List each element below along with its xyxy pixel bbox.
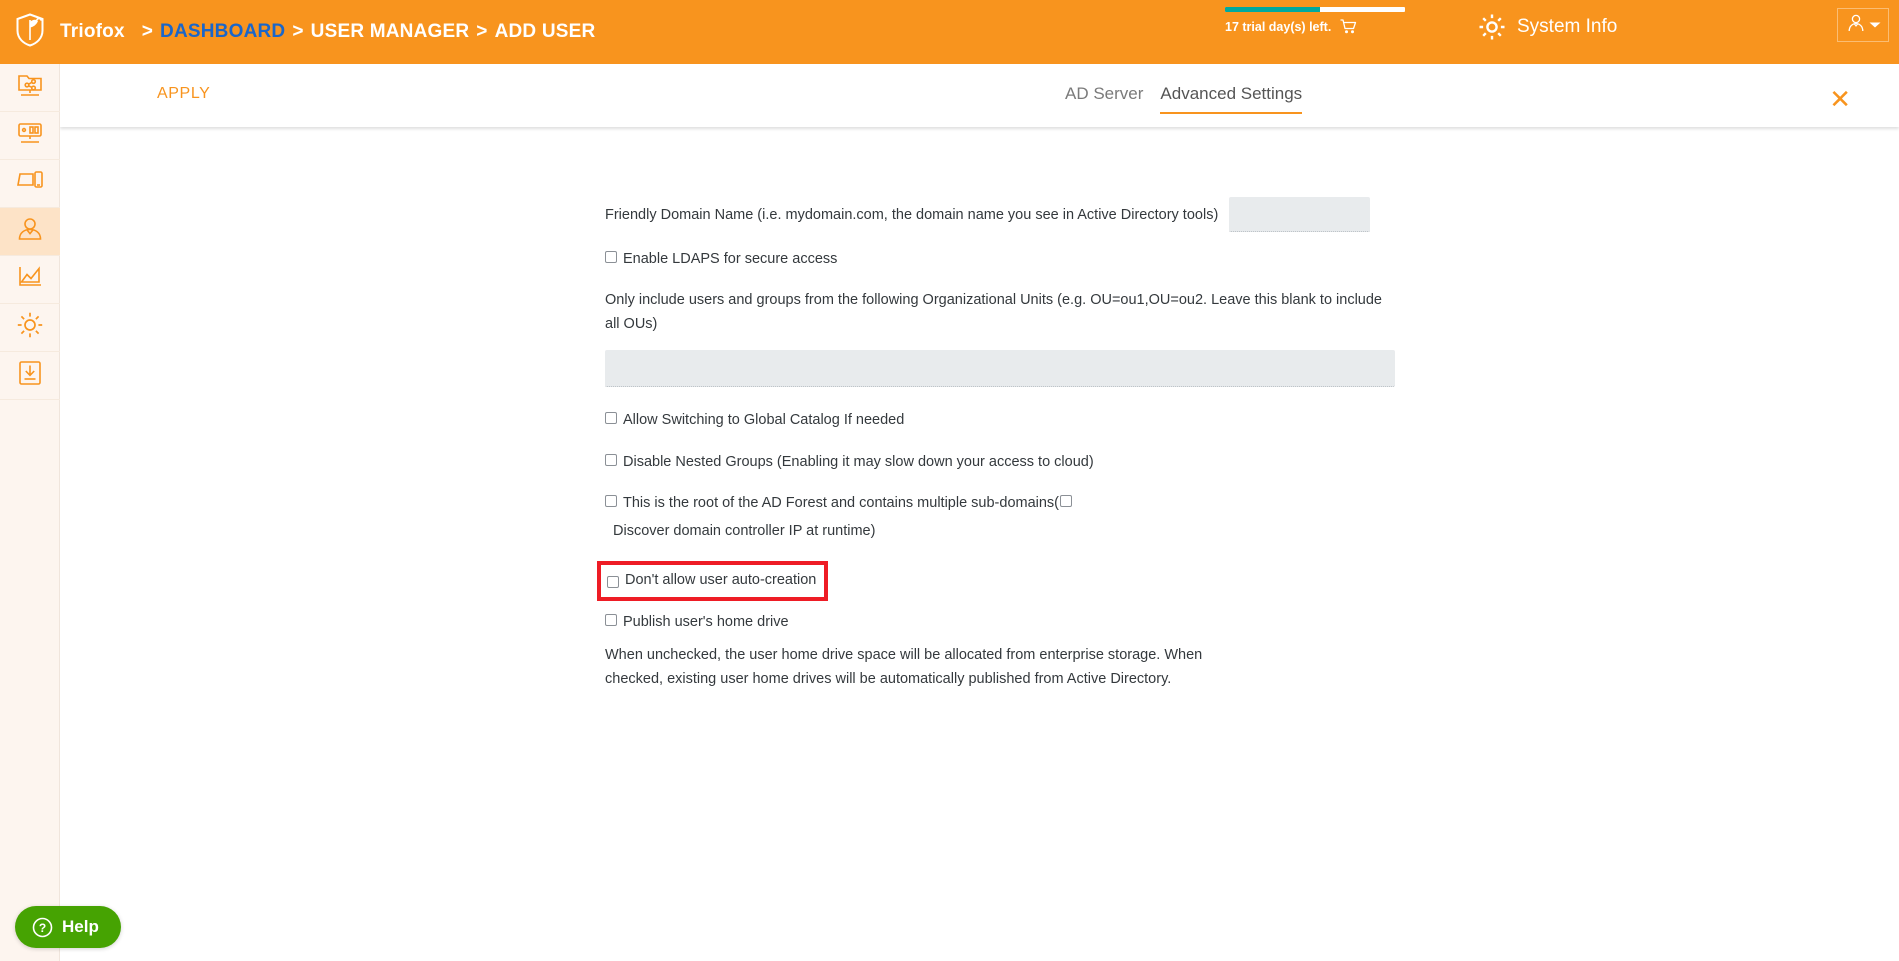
shield-logo-icon (15, 12, 45, 52)
sidebar-item-server[interactable] (0, 112, 60, 160)
trial-status: 17 trial day(s) left. (1225, 7, 1425, 34)
user-avatar-icon (1846, 13, 1866, 38)
sidebar-item-devices[interactable] (0, 160, 60, 208)
tab-ad-server[interactable]: AD Server (1065, 84, 1143, 112)
page-toolbar: APPLY AD Server Advanced Settings ✕ (60, 64, 1899, 127)
friendly-domain-input[interactable] (1229, 197, 1371, 232)
breadcrumb-separator-2: > (292, 21, 304, 42)
discover-dc-ip-row: Discover domain controller IP at runtime… (605, 520, 1395, 543)
top-header-bar: Triofox > DASHBOARD > USER MANAGER > ADD… (0, 0, 1899, 64)
no-auto-creation-checkbox[interactable] (607, 575, 619, 588)
chevron-down-icon (1869, 16, 1881, 34)
ad-forest-root-checkbox[interactable] (605, 495, 617, 508)
ou-input-row (605, 350, 1395, 388)
ad-forest-root-row: This is the root of the AD Forest and co… (605, 492, 1395, 515)
shopping-cart-icon[interactable] (1340, 19, 1357, 34)
devices-icon (16, 169, 44, 198)
publish-home-drive-label[interactable]: Publish user's home drive (623, 611, 789, 634)
ad-forest-root-label[interactable]: This is the root of the AD Forest and co… (623, 492, 1059, 515)
allow-global-catalog-label[interactable]: Allow Switching to Global Catalog If nee… (623, 409, 904, 432)
enable-ldaps-row: Enable LDAPS for secure access (605, 248, 1395, 271)
question-circle-icon: ? (32, 917, 53, 938)
breadcrumb-separator-1: > (141, 21, 154, 42)
sidebar-item-shared-folder[interactable] (0, 64, 60, 112)
disable-nested-groups-label[interactable]: Disable Nested Groups (Enabling it may s… (623, 451, 1094, 474)
trial-progress-bar (1225, 7, 1405, 12)
tab-bar: AD Server Advanced Settings (1065, 84, 1303, 114)
discover-dc-ip-label: Discover domain controller IP at runtime… (613, 522, 876, 539)
system-info-label: System Info (1517, 16, 1618, 37)
discover-dc-ip-checkbox[interactable] (1060, 495, 1073, 508)
breadcrumb-item-user-manager[interactable]: USER MANAGER (311, 21, 470, 43)
user-menu-button[interactable] (1837, 8, 1889, 42)
trial-text-row: 17 trial day(s) left. (1225, 19, 1425, 34)
trial-progress-fill (1225, 7, 1321, 12)
tab-advanced-settings[interactable]: Advanced Settings (1160, 84, 1303, 114)
help-button[interactable]: ? Help (15, 906, 121, 948)
breadcrumb: Triofox > DASHBOARD > USER MANAGER > ADD… (60, 21, 595, 43)
publish-home-drive-row: Publish user's home drive (605, 611, 1395, 634)
sidebar-item-reports[interactable] (0, 256, 60, 304)
ou-input[interactable] (605, 350, 1395, 388)
app-root: Triofox > DASHBOARD > USER MANAGER > ADD… (0, 0, 1899, 961)
brand-name: Triofox (60, 21, 125, 42)
advanced-settings-form: Friendly Domain Name (i.e. mydomain.com,… (597, 197, 1395, 691)
enable-ldaps-label[interactable]: Enable LDAPS for secure access (623, 248, 837, 271)
publish-home-drive-checkbox[interactable] (605, 613, 617, 626)
ou-helper-text: Only include users and groups from the f… (605, 292, 1382, 332)
home-drive-description: When unchecked, the user home drive spac… (605, 647, 1203, 687)
friendly-domain-label: Friendly Domain Name (i.e. mydomain.com,… (605, 206, 1219, 223)
chart-line-icon (16, 265, 44, 294)
breadcrumb-item-dashboard[interactable]: DASHBOARD (160, 21, 285, 43)
svg-text:?: ? (39, 921, 46, 935)
no-auto-creation-label[interactable]: Don't allow user auto-creation (625, 569, 816, 592)
disable-nested-groups-row: Disable Nested Groups (Enabling it may s… (605, 451, 1395, 474)
friendly-domain-row: Friendly Domain Name (i.e. mydomain.com,… (605, 197, 1395, 232)
allow-global-catalog-checkbox[interactable] (605, 412, 617, 425)
main-content: Friendly Domain Name (i.e. mydomain.com,… (60, 127, 1899, 961)
left-sidebar (0, 64, 60, 961)
sidebar-item-settings[interactable] (0, 304, 60, 352)
no-auto-creation-highlight: Don't allow user auto-creation (597, 561, 829, 601)
allow-global-catalog-row: Allow Switching to Global Catalog If nee… (605, 409, 1395, 432)
help-label: Help (62, 917, 99, 936)
user-icon (16, 216, 44, 247)
share-folder-icon (16, 72, 44, 103)
breadcrumb-separator-3: > (476, 21, 488, 42)
apply-button[interactable]: APPLY (157, 85, 210, 103)
enable-ldaps-checkbox[interactable] (605, 251, 617, 263)
gear-icon (16, 311, 44, 344)
system-info-button[interactable]: System Info (1478, 13, 1617, 41)
download-box-icon (17, 360, 43, 391)
trial-days-label: 17 trial day(s) left. (1225, 19, 1332, 34)
server-monitor-icon (16, 120, 44, 151)
logo-container[interactable] (0, 12, 60, 52)
disable-nested-groups-checkbox[interactable] (605, 453, 617, 466)
breadcrumb-item-add-user[interactable]: ADD USER (495, 21, 596, 43)
sidebar-item-downloads[interactable] (0, 352, 60, 400)
sidebar-item-users[interactable] (0, 208, 60, 256)
gear-icon (1478, 13, 1506, 41)
close-icon[interactable]: ✕ (1829, 86, 1851, 112)
